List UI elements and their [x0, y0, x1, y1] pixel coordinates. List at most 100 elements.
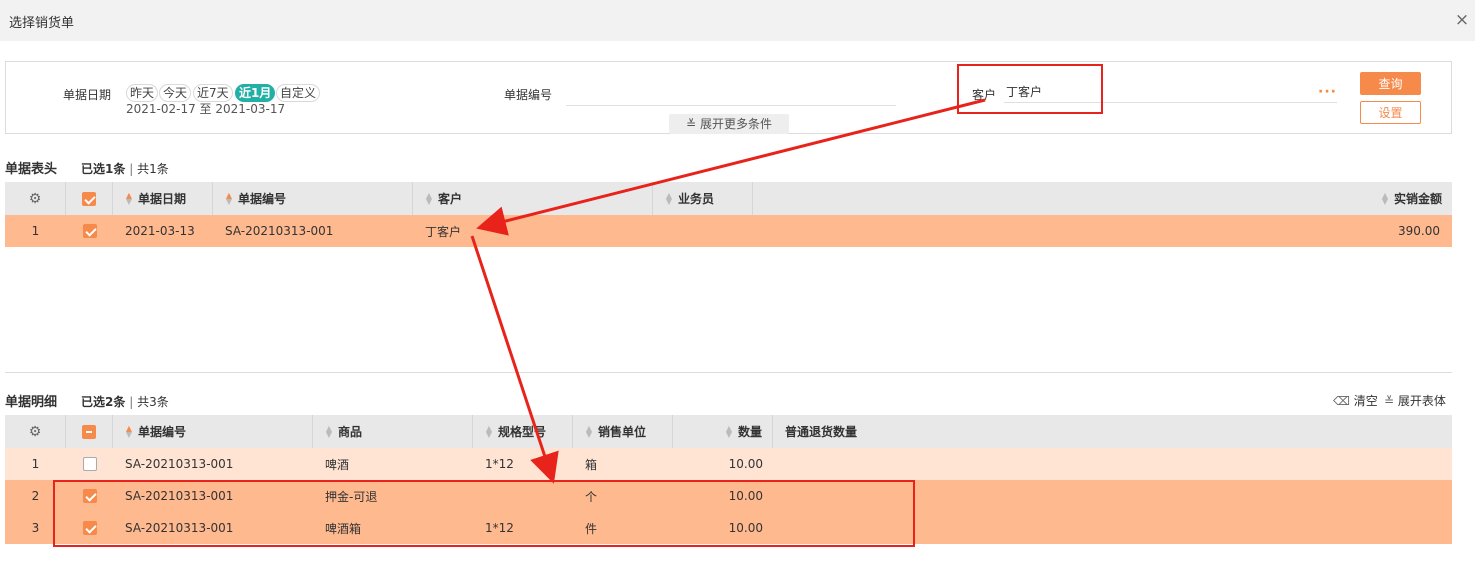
doc-no-label: 单据编号 — [504, 88, 553, 102]
header-selected-unit: 条 — [113, 162, 126, 176]
detail-grid: ⚙ ▲ ▼ 单据编号 ▲ ▼ 商品 ▲ ▼ 规格型号 ▲ ▼ 销售单位 ▲ ▼ 数量 普通退货数量 … — [5, 415, 1452, 544]
gear-icon[interactable]: ⚙ — [29, 424, 42, 440]
row-checkbox[interactable] — [82, 489, 97, 503]
sort-icon[interactable]: ▲ ▼ — [725, 424, 733, 438]
row-doc-no: SA-20210313-001 — [125, 457, 234, 471]
header-section-title: 单据表头 — [5, 162, 58, 177]
clear-button[interactable]: ⌫ 清空 — [1333, 392, 1378, 409]
expand-more-label: 展开更多条件 — [700, 117, 773, 131]
row-return-qty[interactable] — [773, 448, 1452, 480]
col-doc-no[interactable]: ▲ ▼ 单据编号 — [213, 182, 413, 215]
row-qty: 10.00 — [728, 521, 763, 535]
gear-icon[interactable]: ⚙ — [29, 191, 42, 207]
col-qty-label: 数量 — [737, 425, 762, 439]
row-return-qty[interactable] — [773, 480, 1452, 512]
col-doc-no-label: 单据编号 — [138, 425, 187, 439]
sort-icon[interactable]: ▲ ▼ — [225, 191, 233, 205]
expand-more-conditions[interactable]: ≚ 展开更多条件 — [669, 114, 789, 134]
col-salesperson-label: 业务员 — [678, 192, 715, 206]
detail-total: 共3条 — [137, 395, 169, 409]
col-return-qty-label: 普通退货数量 — [785, 425, 858, 439]
col-date[interactable]: ▲ ▼ 单据日期 — [113, 182, 213, 215]
table-row[interactable]: 2 SA-20210313-001 押金-可退 个 10.00 — [5, 480, 1452, 512]
sort-icon[interactable]: ▲ ▼ — [665, 191, 673, 205]
customer-label: 客户 — [972, 88, 997, 102]
col-qty[interactable]: ▲ ▼ 数量 — [673, 415, 773, 448]
col-return-qty[interactable]: 普通退货数量 — [773, 415, 1452, 448]
detail-selected-prefix: 已选 — [81, 395, 106, 409]
filter-panel: 单据日期 昨天 今天 近7天 近1月 自定义 2021-02-17 至 2021… — [5, 61, 1452, 134]
customer-input[interactable] — [1004, 81, 1337, 103]
date-range: 2021-02-17 至 2021-03-17 — [126, 102, 286, 116]
sort-icon[interactable]: ▲ ▼ — [125, 191, 133, 205]
section-divider — [5, 372, 1452, 373]
row-product: 啤酒 — [325, 457, 350, 472]
row-qty: 10.00 — [728, 489, 763, 503]
row-spec: 1*12 — [485, 457, 514, 471]
header-selected-prefix: 已选 — [81, 162, 106, 176]
row-doc-no: SA-20210313-001 — [125, 521, 234, 535]
col-spec-label: 规格型号 — [498, 425, 547, 439]
col-product-label: 商品 — [338, 425, 363, 439]
row-product: 啤酒箱 — [325, 521, 362, 536]
row-checkbox[interactable] — [82, 224, 97, 238]
query-button[interactable]: 查询 — [1360, 72, 1421, 95]
col-unit[interactable]: ▲ ▼ 销售单位 — [573, 415, 673, 448]
detail-selected-unit: 条 — [113, 395, 126, 409]
row-product: 押金-可退 — [325, 489, 378, 504]
row-select[interactable] — [66, 480, 113, 512]
doc-no-input[interactable] — [566, 84, 896, 106]
chevron-down-icon: ≚ — [685, 117, 697, 131]
eraser-icon: ⌫ — [1333, 394, 1350, 408]
select-all-checkbox[interactable] — [82, 191, 96, 206]
close-icon[interactable]: × — [1454, 11, 1470, 29]
col-customer-label: 客户 — [438, 192, 463, 206]
table-row[interactable]: 1 2021-03-13 SA-20210313-001 丁客户 390.00 — [5, 215, 1452, 247]
select-all-checkbox[interactable] — [82, 424, 96, 439]
col-salesperson[interactable]: ▲ ▼ 业务员 — [653, 182, 753, 215]
table-row[interactable]: 1 SA-20210313-001 啤酒 1*12 箱 10.00 — [5, 448, 1452, 480]
row-select[interactable] — [66, 448, 113, 480]
settings-button[interactable]: 设置 — [1360, 101, 1421, 124]
detail-section-title: 单据明细 — [5, 395, 58, 410]
row-qty: 10.00 — [728, 457, 763, 471]
row-unit: 件 — [585, 521, 598, 536]
detail-grid-columns: ⚙ ▲ ▼ 单据编号 ▲ ▼ 商品 ▲ ▼ 规格型号 ▲ ▼ 销售单位 ▲ ▼ 数量 普通退货数量 — [5, 415, 1452, 448]
row-checkbox[interactable] — [82, 521, 97, 535]
row-index: 1 — [31, 224, 40, 238]
sort-icon[interactable]: ▲ ▼ — [125, 424, 133, 438]
header-select-all[interactable] — [66, 182, 113, 215]
row-return-qty[interactable] — [773, 512, 1452, 544]
row-select[interactable] — [66, 215, 113, 247]
row-unit: 箱 — [585, 457, 598, 472]
sort-icon[interactable]: ▲ ▼ — [585, 424, 593, 438]
col-customer[interactable]: ▲ ▼ 客户 — [413, 182, 653, 215]
row-select[interactable] — [66, 512, 113, 544]
more-icon[interactable]: ··· — [1318, 84, 1337, 100]
col-spec[interactable]: ▲ ▼ 规格型号 — [473, 415, 573, 448]
expand-body-button[interactable]: ≚ 展开表体 — [1384, 392, 1446, 409]
row-customer: 丁客户 — [425, 224, 462, 239]
row-index: 1 — [31, 457, 40, 471]
row-salesperson — [653, 215, 753, 247]
row-doc-no: SA-20210313-001 — [225, 224, 334, 238]
chevron-down-icon: ≚ — [1384, 394, 1395, 408]
header-total: 共1条 — [137, 162, 169, 176]
sort-icon[interactable]: ▲ ▼ — [485, 424, 493, 438]
sort-icon[interactable]: ▲ ▼ — [1381, 191, 1389, 205]
row-spec — [473, 480, 573, 512]
column-settings[interactable]: ⚙ — [5, 415, 66, 448]
col-date-label: 单据日期 — [138, 192, 187, 206]
row-index: 3 — [31, 521, 40, 535]
detail-select-all[interactable] — [66, 415, 113, 448]
sort-icon[interactable]: ▲ ▼ — [425, 191, 433, 205]
col-doc-no[interactable]: ▲ ▼ 单据编号 — [113, 415, 313, 448]
expand-body-label: 展开表体 — [1397, 394, 1446, 408]
sort-icon[interactable]: ▲ ▼ — [325, 424, 333, 438]
col-amount[interactable]: ▲ ▼ 实销金额 — [753, 182, 1452, 215]
dialog-title: 选择销货单 — [9, 16, 75, 31]
column-settings[interactable]: ⚙ — [5, 182, 66, 215]
col-product[interactable]: ▲ ▼ 商品 — [313, 415, 473, 448]
row-checkbox[interactable] — [82, 457, 97, 471]
table-row[interactable]: 3 SA-20210313-001 啤酒箱 1*12 件 10.00 — [5, 512, 1452, 544]
